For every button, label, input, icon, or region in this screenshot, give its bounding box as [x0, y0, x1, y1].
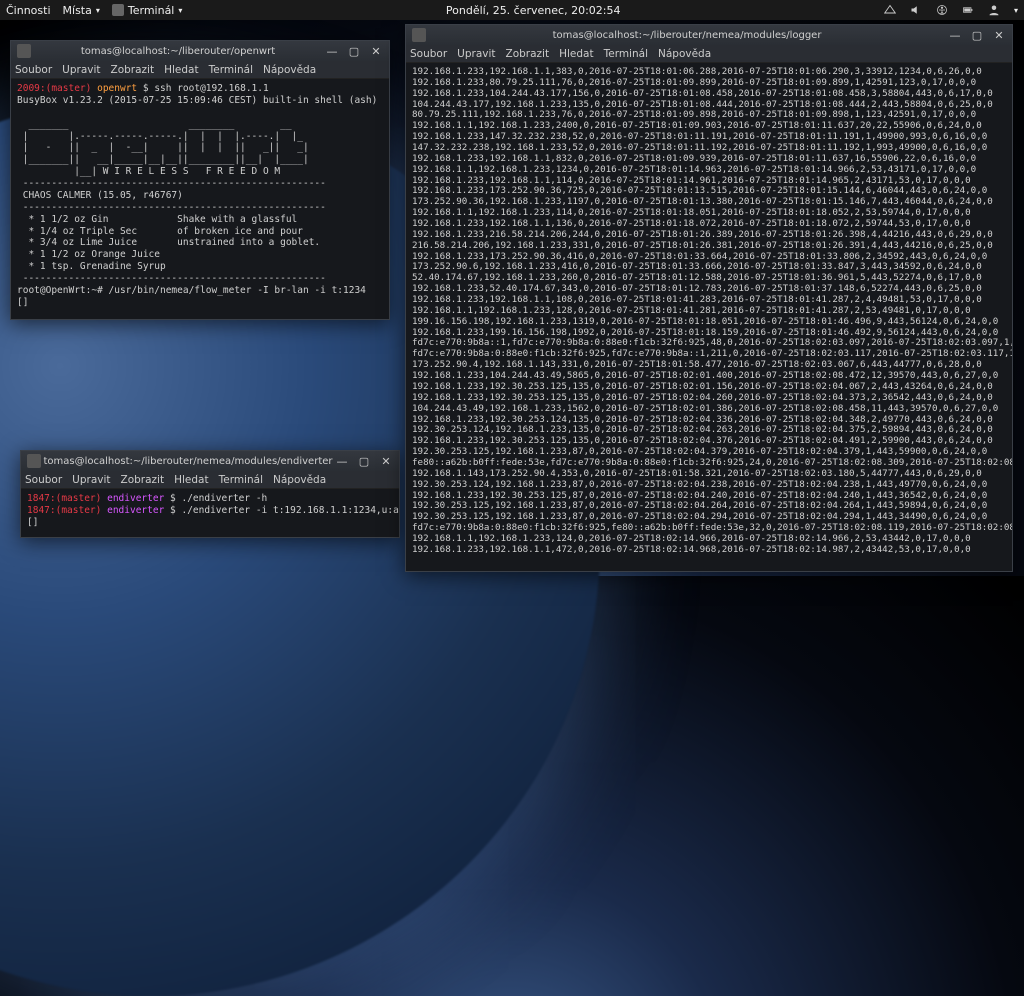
menu-search[interactable]: Hledat [174, 474, 209, 486]
places-label: Místa [63, 4, 92, 17]
user-menu[interactable] [988, 4, 1000, 16]
terminal-window-openwrt: tomas@localhost:~/liberouter/openwrt — ▢… [10, 40, 390, 320]
titlebar[interactable]: tomas@localhost:~/liberouter/nemea/modul… [406, 25, 1012, 45]
minimize-button[interactable]: — [335, 455, 349, 468]
close-button[interactable]: ✕ [992, 29, 1006, 42]
activities-button[interactable]: Činnosti [6, 4, 51, 17]
menu-search[interactable]: Hledat [164, 64, 199, 76]
close-button[interactable]: ✕ [379, 455, 393, 468]
maximize-button[interactable]: ▢ [347, 45, 361, 58]
prompt-dir: endiverter [107, 505, 164, 516]
chevron-down-icon: ▾ [1014, 6, 1018, 15]
terminal-icon [17, 44, 31, 58]
battery-icon[interactable] [962, 4, 974, 16]
menu-terminal[interactable]: Terminál [604, 48, 648, 60]
menu-help[interactable]: Nápověda [263, 64, 316, 76]
menubar: Soubor Upravit Zobrazit Hledat Terminál … [406, 45, 1012, 63]
menu-file[interactable]: Soubor [410, 48, 447, 60]
a11y-icon[interactable] [936, 4, 948, 16]
minimize-button[interactable]: — [948, 29, 962, 42]
terminal-content[interactable]: 2009:(master) openwrt $ ssh root@192.168… [11, 79, 389, 319]
prompt-cmd: $ ./endiverter -i t:192.168.1.1:1234,u:a… [170, 505, 399, 516]
prompt-cmd: $ ssh root@192.168.1.1 [143, 83, 269, 94]
terminal-icon [412, 28, 426, 42]
titlebar[interactable]: tomas@localhost:~/liberouter/nemea/modul… [21, 451, 399, 471]
places-menu[interactable]: Místa ▾ [63, 4, 100, 17]
menu-search[interactable]: Hledat [559, 48, 594, 60]
close-button[interactable]: ✕ [369, 45, 383, 58]
menu-help[interactable]: Nápověda [658, 48, 711, 60]
menu-edit[interactable]: Upravit [72, 474, 110, 486]
menu-edit[interactable]: Upravit [457, 48, 495, 60]
terminal-content[interactable]: 1847:(master) endiverter $ ./endiverter … [21, 489, 399, 537]
terminal-window-endiverter: tomas@localhost:~/liberouter/nemea/modul… [20, 450, 400, 538]
prompt-status: 2009:(master) [17, 83, 91, 94]
menu-help[interactable]: Nápověda [273, 474, 326, 486]
prompt-dir: openwrt [97, 83, 137, 94]
log-output: 192.168.1.233,192.168.1.1,383,0,2016-07-… [412, 66, 1012, 555]
menu-view[interactable]: Zobrazit [506, 48, 550, 60]
prompt-cmd: $ ./endiverter -h [170, 493, 267, 504]
menubar: Soubor Upravit Zobrazit Hledat Terminál … [21, 471, 399, 489]
app-menu-label: Terminál [128, 4, 175, 17]
terminal-icon [112, 4, 124, 16]
prompt-dir: endiverter [107, 493, 164, 504]
maximize-button[interactable]: ▢ [357, 455, 371, 468]
terminal-output: BusyBox v1.23.2 (2015-07-25 15:09:46 CES… [17, 95, 377, 308]
terminal-window-logger: tomas@localhost:~/liberouter/nemea/modul… [405, 24, 1013, 572]
clock[interactable]: Pondělí, 25. červenec, 20:02:54 [182, 4, 884, 17]
titlebar[interactable]: tomas@localhost:~/liberouter/openwrt — ▢… [11, 41, 389, 61]
top-panel: Činnosti Místa ▾ Terminál ▾ Pondělí, 25.… [0, 0, 1024, 20]
menu-terminal[interactable]: Terminál [219, 474, 263, 486]
maximize-button[interactable]: ▢ [970, 29, 984, 42]
menu-edit[interactable]: Upravit [62, 64, 100, 76]
chevron-down-icon: ▾ [96, 6, 100, 15]
menubar: Soubor Upravit Zobrazit Hledat Terminál … [11, 61, 389, 79]
menu-file[interactable]: Soubor [15, 64, 52, 76]
window-title: tomas@localhost:~/liberouter/nemea/modul… [41, 456, 335, 467]
terminal-content[interactable]: 192.168.1.233,192.168.1.1,383,0,2016-07-… [406, 63, 1012, 571]
menu-view[interactable]: Zobrazit [121, 474, 165, 486]
minimize-button[interactable]: — [325, 45, 339, 58]
prompt-status: 1847:(master) [27, 505, 101, 516]
terminal-icon [27, 454, 41, 468]
menu-file[interactable]: Soubor [25, 474, 62, 486]
window-title: tomas@localhost:~/liberouter/nemea/modul… [426, 30, 948, 41]
menu-view[interactable]: Zobrazit [111, 64, 155, 76]
terminal-output: [] [27, 517, 38, 528]
menu-terminal[interactable]: Terminál [209, 64, 253, 76]
prompt-status: 1847:(master) [27, 493, 101, 504]
network-icon[interactable] [884, 4, 896, 16]
app-menu[interactable]: Terminál ▾ [112, 4, 183, 17]
volume-icon[interactable] [910, 4, 922, 16]
window-title: tomas@localhost:~/liberouter/openwrt [31, 46, 325, 57]
